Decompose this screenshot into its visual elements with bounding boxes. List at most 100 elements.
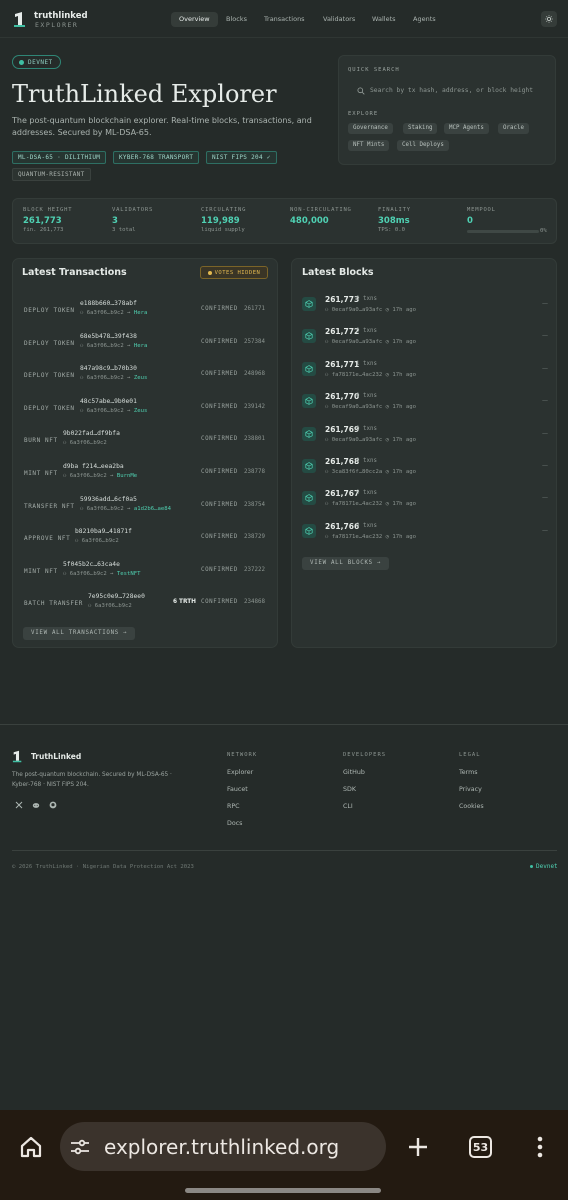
tx-hash[interactable]: 59936add…6cf0a5	[80, 496, 137, 503]
tx-sender[interactable]: 6a3f06…b9c2	[87, 343, 124, 349]
tx-recipient[interactable]: a1d2b6…ae84	[134, 506, 171, 512]
block-proposer[interactable]: 0ecaf9a0…a93afc	[332, 404, 383, 410]
tx-sender[interactable]: 6a3f06…b9c2	[70, 571, 107, 577]
tx-hash[interactable]: 7e95c0e9…728ee0	[88, 593, 145, 600]
tx-sender[interactable]: 6a3f06…b9c2	[95, 603, 132, 609]
chip-mcp-agents[interactable]: MCP Agents	[444, 123, 489, 134]
more-menu-icon[interactable]	[536, 1135, 544, 1159]
tx-hash[interactable]: 48c57abe…9b0e01	[80, 398, 137, 405]
reddit-icon[interactable]	[32, 801, 40, 809]
footer-link-faucet[interactable]: Faucet	[227, 786, 248, 793]
tx-type: APPROVE NFT	[24, 535, 71, 543]
new-tab-icon[interactable]	[407, 1136, 429, 1158]
tab-wallets[interactable]: Wallets	[364, 12, 404, 27]
tx-block-number[interactable]: 238754	[244, 502, 265, 508]
footer-link-sdk[interactable]: SDK	[343, 786, 356, 793]
tab-blocks[interactable]: Blocks	[218, 12, 255, 27]
tab-validators[interactable]: Validators	[315, 12, 363, 27]
chip-oracle[interactable]: Oracle	[498, 123, 529, 134]
home-icon[interactable]	[19, 1135, 43, 1159]
block-proposer[interactable]: 0ecaf9a0…a93afc	[332, 437, 383, 443]
tx-block-number[interactable]: 261771	[244, 306, 265, 312]
tab-transactions[interactable]: Transactions	[256, 12, 313, 27]
footer-link-terms[interactable]: Terms	[459, 769, 478, 776]
block-proposer[interactable]: 0ecaf9a0…a93afc	[332, 339, 383, 345]
logo-icon[interactable]	[13, 11, 27, 28]
tx-recipient[interactable]: Zeus	[134, 375, 147, 381]
tab-overview[interactable]: Overview	[171, 12, 218, 27]
view-all-transactions-button[interactable]: VIEW ALL TRANSACTIONS →	[23, 627, 136, 640]
block-proposer[interactable]: 3ca83f6f…80cc2a	[332, 469, 383, 475]
tx-block-number[interactable]: 238801	[244, 436, 265, 442]
tx-sender[interactable]: 6a3f06…b9c2	[82, 538, 119, 544]
tx-hash[interactable]: 5f045b2c…63ca4e	[63, 561, 120, 568]
tx-hash[interactable]: 847a98c9…b70b30	[80, 365, 137, 372]
tx-block-number[interactable]: 238778	[244, 469, 265, 475]
tx-sender[interactable]: 6a3f06…b9c2	[87, 506, 124, 512]
tx-recipient[interactable]: BurnMe	[117, 473, 137, 479]
tx-recipient[interactable]: TestNFT	[117, 571, 141, 577]
block-number[interactable]: 261,773	[325, 295, 359, 304]
block-meta: ⚇ 0ecaf9a0…a93afc ◷ 17h ago	[325, 404, 416, 410]
footer-link-cookies[interactable]: Cookies	[459, 803, 484, 810]
footer-divider	[12, 850, 557, 851]
user-icon: ⚇	[80, 342, 84, 349]
site-settings-icon[interactable]	[70, 1138, 90, 1156]
tx-recipient[interactable]: Hera	[134, 343, 147, 349]
tx-hash[interactable]: b8210ba9…41871f	[75, 528, 132, 535]
block-proposer[interactable]: 0ecaf9a0…a93afc	[332, 307, 383, 313]
tx-block-number[interactable]: 248968	[244, 371, 265, 377]
tx-block-number[interactable]: 234868	[244, 599, 265, 605]
block-number[interactable]: 261,767	[325, 489, 359, 498]
tx-sender[interactable]: 6a3f06…b9c2	[70, 440, 107, 446]
gesture-home-indicator[interactable]	[185, 1188, 381, 1193]
block-number[interactable]: 261,771	[325, 360, 359, 369]
clock-icon: ◷	[385, 436, 390, 443]
tx-sender[interactable]: 6a3f06…b9c2	[87, 408, 124, 414]
brand-name[interactable]: truthlinked	[34, 11, 88, 21]
block-age: 17h ago	[392, 307, 416, 313]
tx-sender[interactable]: 6a3f06…b9c2	[70, 473, 107, 479]
tx-sender[interactable]: 6a3f06…b9c2	[87, 310, 124, 316]
chip-staking[interactable]: Staking	[403, 123, 438, 134]
tx-block-number[interactable]: 237222	[244, 567, 265, 573]
chip-cell-deploys[interactable]: Cell Deploys	[397, 140, 449, 151]
block-proposer[interactable]: fa78171e…4ac232	[332, 501, 383, 507]
footer-link-github[interactable]: GitHub	[343, 769, 365, 776]
tx-sender[interactable]: 6a3f06…b9c2	[87, 375, 124, 381]
footer-link-privacy[interactable]: Privacy	[459, 786, 482, 793]
block-number[interactable]: 261,766	[325, 522, 359, 531]
tx-hash[interactable]: d9ba f214…eea2ba	[63, 463, 124, 470]
tx-recipient[interactable]: Hera	[134, 310, 147, 316]
tab-agents[interactable]: Agents	[405, 12, 444, 27]
block-number[interactable]: 261,768	[325, 457, 359, 466]
chip-governance[interactable]: Governance	[348, 123, 393, 134]
tx-hash[interactable]: 9b022fad…df9bfa	[63, 430, 120, 437]
tab-switcher-button[interactable]: 53	[469, 1136, 492, 1158]
footer-link-docs[interactable]: Docs	[227, 820, 242, 827]
view-all-blocks-button[interactable]: VIEW ALL BLOCKS →	[302, 557, 390, 570]
url-text[interactable]: explorer.truthlinked.org	[104, 1135, 339, 1159]
x-twitter-icon[interactable]	[15, 801, 23, 809]
address-bar[interactable]: explorer.truthlinked.org	[60, 1122, 386, 1171]
page-title: TruthLinked Explorer	[12, 80, 277, 108]
github-icon[interactable]	[49, 801, 57, 809]
cube-icon	[302, 523, 316, 538]
footer-link-cli[interactable]: CLI	[343, 803, 353, 810]
tx-block-number[interactable]: 257384	[244, 339, 265, 345]
tx-hash[interactable]: 68e5b478…39f438	[80, 333, 137, 340]
block-number[interactable]: 261,770	[325, 392, 359, 401]
block-number[interactable]: 261,772	[325, 327, 359, 336]
footer-link-rpc[interactable]: RPC	[227, 803, 240, 810]
footer-link-explorer[interactable]: Explorer	[227, 769, 253, 776]
theme-toggle-button[interactable]	[541, 11, 557, 27]
chip-nft-mints[interactable]: NFT Mints	[348, 140, 390, 151]
block-number[interactable]: 261,769	[325, 425, 359, 434]
block-proposer[interactable]: fa78171e…4ac232	[332, 372, 383, 378]
block-proposer[interactable]: fa78171e…4ac232	[332, 534, 383, 540]
tx-recipient[interactable]: Zeus	[134, 408, 147, 414]
tx-block-number[interactable]: 239142	[244, 404, 265, 410]
tx-block-number[interactable]: 238729	[244, 534, 265, 540]
tx-hash[interactable]: e188b660…378abf	[80, 300, 137, 307]
search-input[interactable]: Search by tx hash, address, or block hei…	[348, 82, 546, 99]
